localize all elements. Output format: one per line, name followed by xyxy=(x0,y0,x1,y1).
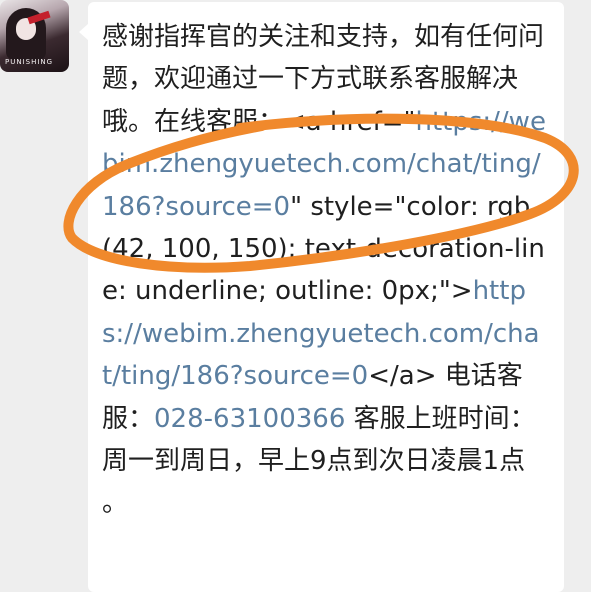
message-text: 感谢指挥官的关注和支持，如有任何问题，欢迎通过一下方式联系客服解决哦。在线客服：… xyxy=(102,16,554,525)
avatar-logo-text: PUNISHING xyxy=(5,58,54,66)
message-bubble[interactable]: 感谢指挥官的关注和支持，如有任何问题，欢迎通过一下方式联系客服解决哦。在线客服：… xyxy=(79,2,564,592)
contact-avatar[interactable]: PUNISHING xyxy=(0,0,69,72)
message-phone-link[interactable]: 028-63100366 xyxy=(154,404,345,434)
